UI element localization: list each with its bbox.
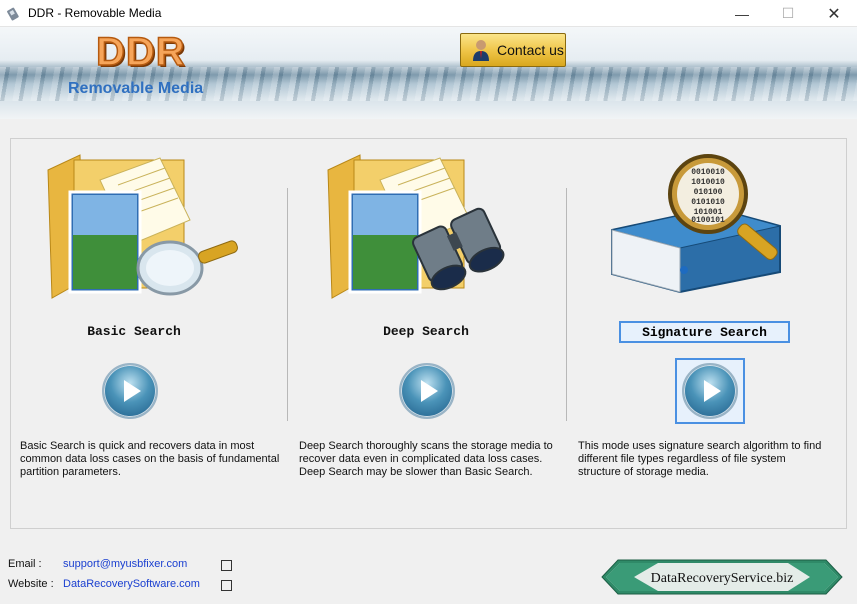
external-link-icon[interactable] [221,560,232,571]
basic-search-description: Basic Search is quick and recovers data … [20,440,280,478]
minimize-icon: — [735,5,749,22]
signature-search-start-button[interactable] [682,363,738,419]
header-banner: DDR Removable Media Contact us [0,27,857,119]
close-button[interactable]: ✕ [811,0,857,27]
magnifier-binary-line: 1010010 [691,178,725,187]
badge-label: DataRecoveryService.biz [651,571,794,586]
magnifier-binary-line: 010100 [694,188,723,197]
external-link-icon[interactable] [221,580,232,591]
maximize-button[interactable]: ☐ [765,0,811,27]
app-subtitle: Removable Media [68,80,204,97]
website-link[interactable]: DataRecoverySoftware.com [63,578,200,590]
magnifier-binary-line: 0101010 [691,198,725,207]
signature-search-title: Signature Search [619,321,790,343]
deep-search-description: Deep Search thoroughly scans the storage… [299,440,553,478]
play-icon [704,380,721,402]
title-bar: DDR - Removable Media — ☐ ✕ [0,0,857,27]
magnifier-binary-line: 0010010 [691,168,725,177]
deep-search-start-button[interactable] [399,363,455,419]
basic-search-start-button[interactable] [102,363,158,419]
play-icon [124,380,141,402]
basic-search-title: Basic Search [87,324,181,339]
person-icon [473,40,489,61]
contact-us-label: Contact us [497,42,564,58]
website-label: Website : [8,578,54,590]
folder-magnifier-icon [47,154,238,299]
maximize-icon: ☐ [781,5,795,21]
usb-drive-magnifier-icon: 0010010 1010010 010100 0101010 101001 01… [611,154,781,294]
column-divider [287,188,288,421]
magnifier-binary-line: 0100101 [691,216,725,225]
window-title: DDR - Removable Media [28,6,162,20]
email-link[interactable]: support@myusbfixer.com [63,558,187,570]
app-logo: DDR [95,29,186,75]
close-icon: ✕ [827,5,841,23]
deep-search-title: Deep Search [383,324,469,339]
play-icon [421,380,438,402]
app-icon [7,7,19,21]
signature-search-description: This mode uses signature search algorith… [578,440,822,478]
email-label: Email : [8,558,42,570]
data-recovery-service-badge[interactable]: DataRecoveryService.biz [598,557,846,597]
minimize-button[interactable]: — [719,0,765,27]
column-divider [566,188,567,421]
contact-us-button[interactable]: Contact us [460,33,566,67]
folder-binoculars-icon [327,154,505,299]
